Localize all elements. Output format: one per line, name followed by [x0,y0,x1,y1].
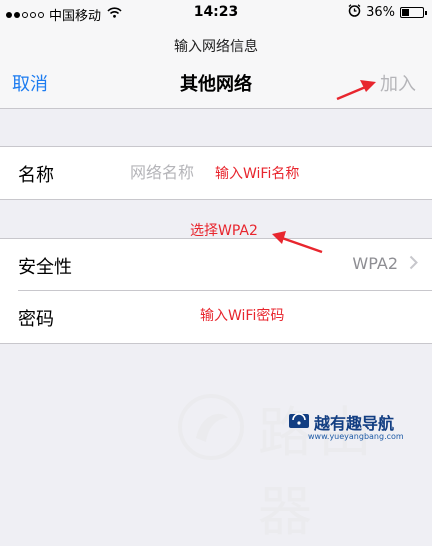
site-logo-icon [289,413,309,428]
site-name: 越有趣导航 [314,414,395,433]
arrow-to-join-icon [336,80,376,101]
site-badge: 越有趣导航 www.yueyangbang.com [288,408,428,448]
arrow-to-security-icon [272,231,323,254]
site-url: www.yueyangbang.com [308,432,404,441]
watermark: 路由器 越有趣导航 www.yueyangbang.com [170,388,432,543]
watermark-logo-icon [178,394,244,460]
